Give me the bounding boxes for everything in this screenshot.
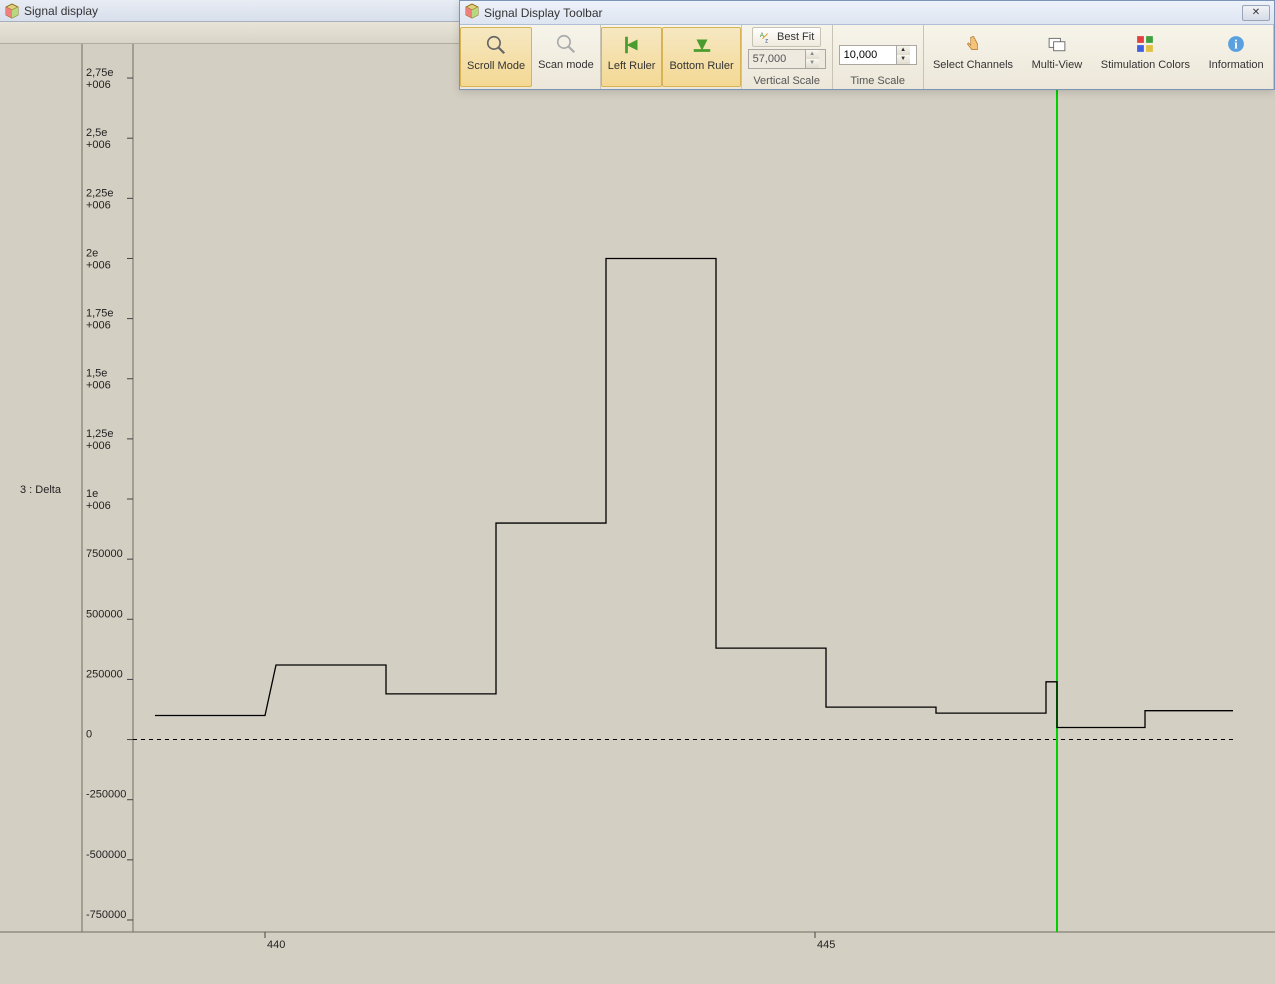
svg-text:2e: 2e xyxy=(86,247,98,259)
vertical-scale-group: Az Best Fit ▲▼ Vertical Scale xyxy=(742,25,833,89)
svg-text:1e: 1e xyxy=(86,488,98,500)
bottom-ruler-label: Bottom Ruler xyxy=(669,60,733,72)
spin-up-icon[interactable]: ▲ xyxy=(896,46,910,55)
scan-mode-button[interactable]: Scan mode xyxy=(532,27,600,87)
select-channels-label: Select Channels xyxy=(933,59,1013,71)
multi-view-button[interactable]: Multi-View xyxy=(1026,27,1089,87)
best-fit-button[interactable]: Az Best Fit xyxy=(752,27,821,47)
svg-text:500000: 500000 xyxy=(86,608,123,620)
svg-text:1,25e: 1,25e xyxy=(86,428,114,440)
info-icon: i xyxy=(1227,35,1245,53)
svg-text:445: 445 xyxy=(817,939,835,951)
toolbar-titlebar[interactable]: Signal Display Toolbar ✕ xyxy=(460,1,1274,25)
bottom-ruler-button[interactable]: Bottom Ruler xyxy=(662,27,740,87)
svg-text:i: i xyxy=(1234,38,1238,52)
multi-view-icon xyxy=(1048,35,1066,53)
svg-text:z: z xyxy=(765,37,768,44)
color-palette-icon xyxy=(1136,35,1154,53)
svg-text:+006: +006 xyxy=(86,380,111,392)
scroll-mode-button[interactable]: Scroll Mode xyxy=(460,27,532,87)
svg-text:1,75e: 1,75e xyxy=(86,308,114,320)
vertical-scale-value[interactable] xyxy=(749,53,805,65)
toolbar-window-title: Signal Display Toolbar xyxy=(484,6,1242,20)
svg-text:-750000: -750000 xyxy=(86,909,126,921)
ruler-group: Left Ruler Bottom Ruler xyxy=(601,25,742,89)
signal-display-toolbar-window: Signal Display Toolbar ✕ Scroll Mode Sca… xyxy=(459,0,1275,90)
main-window-title: Signal display xyxy=(24,4,98,18)
time-scale-group: ▲▼ Time Scale xyxy=(833,25,924,89)
svg-text:440: 440 xyxy=(267,939,285,951)
time-scale-input[interactable]: ▲▼ xyxy=(839,45,917,65)
svg-text:+006: +006 xyxy=(86,320,111,332)
left-ruler-button[interactable]: Left Ruler xyxy=(601,27,663,87)
scan-mode-label: Scan mode xyxy=(538,59,594,71)
svg-text:2,25e: 2,25e xyxy=(86,187,114,199)
svg-text:+006: +006 xyxy=(86,139,111,151)
svg-text:750000: 750000 xyxy=(86,548,123,560)
app-cube-icon xyxy=(4,3,20,19)
svg-text:3 : Delta: 3 : Delta xyxy=(20,484,62,496)
svg-text:A: A xyxy=(760,32,765,39)
toolbar-cube-icon xyxy=(464,3,480,22)
svg-text:+006: +006 xyxy=(86,440,111,452)
best-fit-label: Best Fit xyxy=(777,31,814,43)
spin-down-icon[interactable]: ▼ xyxy=(896,55,910,64)
svg-text:0: 0 xyxy=(86,729,92,741)
svg-text:+006: +006 xyxy=(86,500,111,512)
svg-text:2,5e: 2,5e xyxy=(86,127,107,139)
vertical-scale-caption: Vertical Scale xyxy=(753,73,820,87)
svg-text:+006: +006 xyxy=(86,259,111,271)
toolbar-body: Scroll Mode Scan mode Left Ruler Bottom … xyxy=(460,25,1274,89)
mode-group: Scroll Mode Scan mode xyxy=(460,25,601,89)
misc-group: Select Channels Multi-View Stimulation C… xyxy=(924,25,1274,89)
stimulation-colors-label: Stimulation Colors xyxy=(1101,59,1190,71)
close-icon[interactable]: ✕ xyxy=(1242,5,1270,21)
stimulation-colors-button[interactable]: Stimulation Colors xyxy=(1095,27,1196,87)
svg-text:+006: +006 xyxy=(86,79,111,91)
select-channels-button[interactable]: Select Channels xyxy=(927,27,1019,87)
hand-pointer-icon xyxy=(964,35,982,53)
spin-up-icon[interactable]: ▲ xyxy=(805,50,819,59)
signal-chart[interactable]: -750000 -500000 -250000 0 250000 500000 750000… xyxy=(0,44,1275,984)
information-button[interactable]: i Information xyxy=(1203,27,1270,87)
multi-view-label: Multi-View xyxy=(1032,59,1083,71)
best-fit-icon: Az xyxy=(759,30,773,44)
svg-text:250000: 250000 xyxy=(86,668,123,680)
time-scale-caption: Time Scale xyxy=(850,73,905,87)
svg-text:2,75e: 2,75e xyxy=(86,67,114,79)
vertical-scale-input[interactable]: ▲▼ xyxy=(748,49,826,69)
spin-down-icon[interactable]: ▼ xyxy=(805,59,819,68)
svg-text:-500000: -500000 xyxy=(86,849,126,861)
svg-text:1,5e: 1,5e xyxy=(86,368,107,380)
chart-svg: -750000 -500000 -250000 0 250000 500000 750000… xyxy=(0,44,1275,984)
svg-text:-250000: -250000 xyxy=(86,789,126,801)
time-scale-value[interactable] xyxy=(840,49,896,61)
scroll-mode-label: Scroll Mode xyxy=(467,60,525,72)
information-label: Information xyxy=(1209,59,1264,71)
svg-text:+006: +006 xyxy=(86,199,111,211)
left-ruler-label: Left Ruler xyxy=(608,60,656,72)
